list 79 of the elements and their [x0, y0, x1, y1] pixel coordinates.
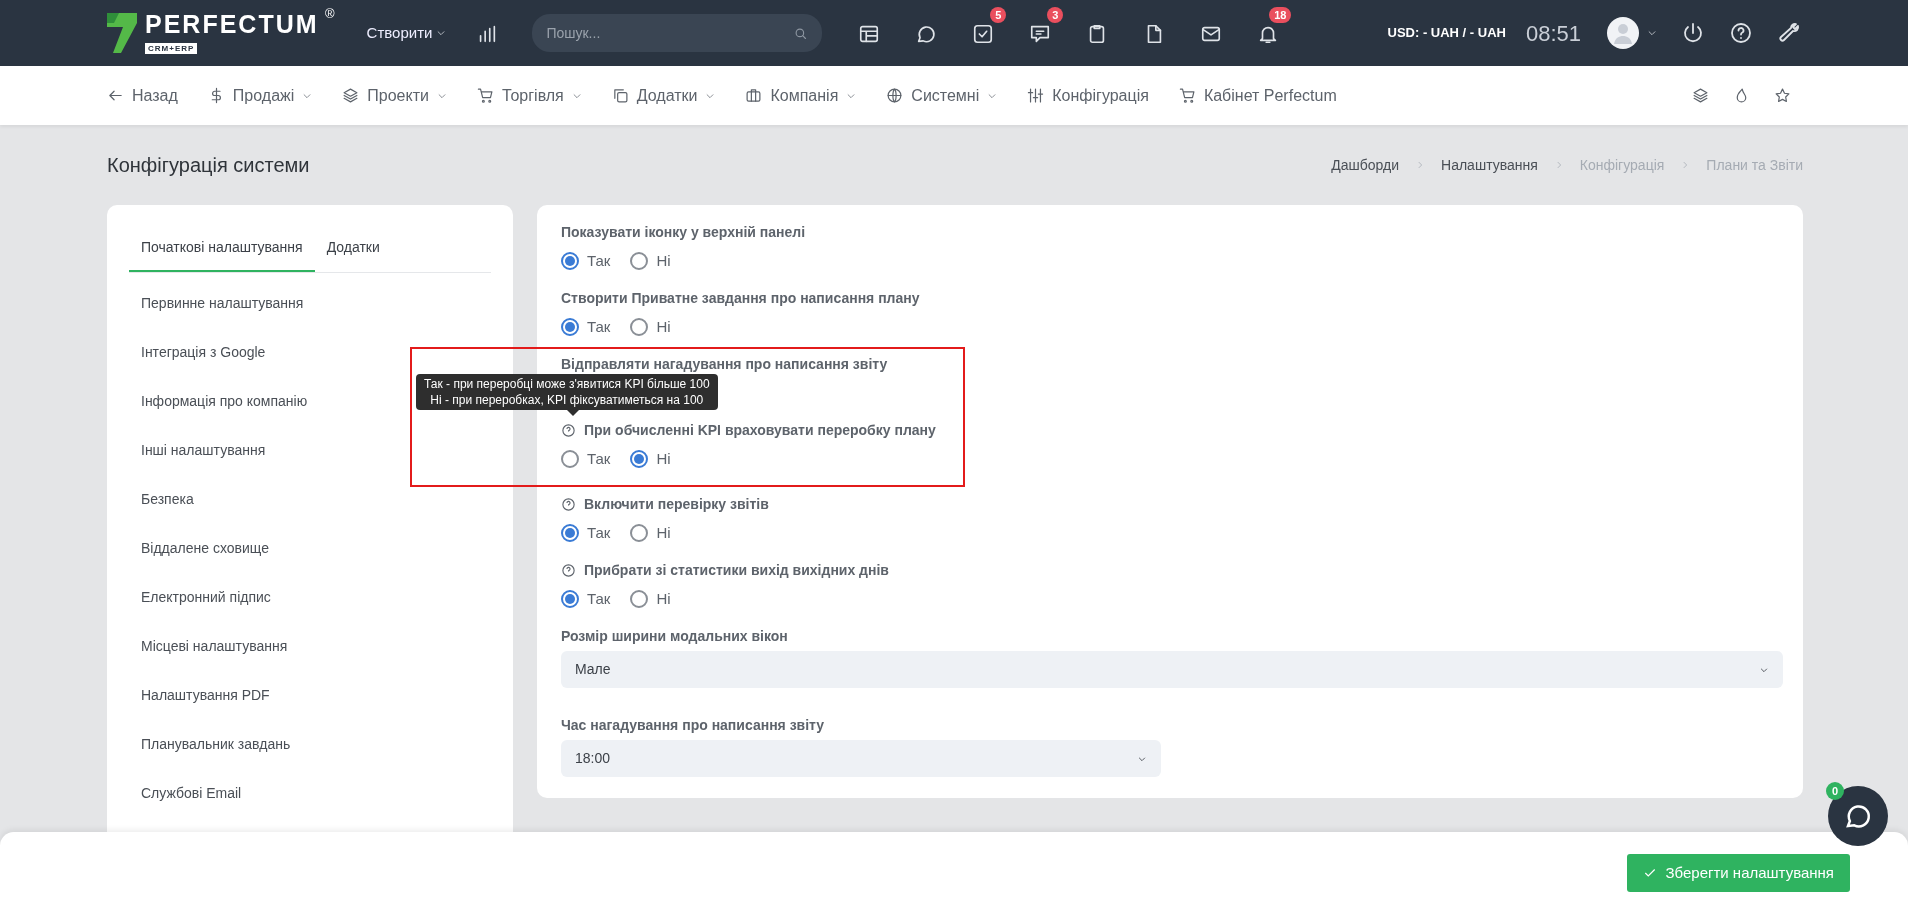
star-icon[interactable]: [1774, 87, 1791, 104]
nav-link[interactable]: Назад: [107, 83, 178, 108]
count-badge: 3: [1047, 7, 1064, 24]
setting-label: Показувати іконку у верхній панелі: [561, 223, 806, 242]
nav-link[interactable]: Кабінет Perfectum: [1178, 83, 1337, 108]
currency-rates: USD: - UAH / - UAH: [1387, 24, 1506, 43]
radio-option[interactable]: Ні: [630, 249, 671, 273]
create-menu[interactable]: Створити: [366, 21, 447, 45]
briefcase-icon: [745, 87, 763, 104]
nav-link[interactable]: Додатки: [611, 83, 716, 108]
setting-label: Час нагадування про написання звіту: [561, 716, 825, 735]
radio-option[interactable]: Ні: [630, 315, 671, 339]
nav-link[interactable]: Конфігурація: [1027, 83, 1149, 108]
breadcrumb-link[interactable]: Налаштування: [1441, 154, 1538, 176]
radio-option[interactable]: Так: [561, 587, 611, 611]
sidebar-item[interactable]: Інші налаштування: [129, 430, 491, 471]
count-badge: 5: [990, 7, 1007, 24]
sidebar-item[interactable]: Інтеграція з Google: [129, 332, 491, 373]
setting-label: Розмір ширини модальних вікон: [561, 627, 788, 646]
caret-icon[interactable]: [1647, 28, 1657, 38]
caret-icon: [436, 28, 447, 38]
nav-link[interactable]: Системні: [886, 83, 998, 108]
setting-label: Створити Приватне завдання про написання плану: [561, 289, 920, 308]
sidebar-item[interactable]: Налаштування PDF: [129, 675, 491, 716]
registered-mark: ®: [324, 4, 335, 23]
sidebar-item[interactable]: Планувальник завдань: [129, 724, 491, 765]
breadcrumb-text: Плани та Звіти: [1706, 155, 1803, 175]
layers-icon[interactable]: [1692, 87, 1709, 104]
nav-link[interactable]: Продажі: [207, 83, 313, 108]
checkbox-icon[interactable]: [972, 22, 995, 45]
count-badge: 18: [1269, 7, 1292, 24]
clock: 08:51: [1525, 19, 1581, 48]
count-badge: 0: [1826, 782, 1844, 800]
logo-icon: [107, 12, 137, 54]
setting-label: При обчисленні KPI враховувати переробку плану: [584, 421, 936, 440]
settings-tab[interactable]: Початкові налаштування: [129, 223, 315, 272]
nav-link[interactable]: Торгівля: [476, 83, 582, 108]
radio-option[interactable]: Так: [561, 521, 611, 545]
nav-link[interactable]: Проекти: [342, 83, 447, 108]
radio-option[interactable]: Так: [561, 315, 611, 339]
tooltip: Так - при переробці може з'явитися KPI більше 100 Ні - при переробках, KPI фіксуватиметься на 100: [416, 374, 718, 416]
cart-icon: [1178, 87, 1196, 104]
sidebar-item[interactable]: Первинне налаштування: [129, 283, 491, 324]
sidebar-item[interactable]: Службові Email: [129, 773, 491, 814]
breadcrumb-text: Конфігурація: [1579, 155, 1665, 175]
search-field[interactable]: Пошук...: [532, 14, 823, 52]
help-icon[interactable]: [561, 496, 576, 512]
layers-icon: [342, 87, 360, 104]
breadcrumb-link[interactable]: Дашборди: [1331, 154, 1400, 176]
wrench-icon[interactable]: [1777, 21, 1801, 45]
radio-option[interactable]: Так: [561, 447, 611, 471]
avatar[interactable]: [1607, 17, 1639, 49]
power-icon[interactable]: [1681, 21, 1705, 45]
sidebar-item[interactable]: Безпека: [129, 479, 491, 520]
sidebar-item[interactable]: Електронний підпис: [129, 577, 491, 618]
sidebar-item[interactable]: Місцеві налаштування: [129, 626, 491, 667]
nav-link[interactable]: Компанія: [745, 83, 857, 108]
copy-icon: [611, 87, 629, 104]
select-field[interactable]: 18:00: [561, 740, 1161, 777]
select-field[interactable]: Мале: [561, 651, 1783, 688]
radio-option[interactable]: Ні: [630, 587, 671, 611]
globe-icon: [886, 87, 904, 104]
help-icon[interactable]: [1729, 21, 1753, 45]
setting-label: Включити перевірку звітів: [584, 495, 769, 514]
settings-tab[interactable]: Додатки: [314, 223, 392, 272]
setting-label: Відправляти нагадування про написання звіту: [561, 355, 888, 374]
page-title: Конфігурація системи: [107, 153, 310, 178]
radio-option[interactable]: Ні: [630, 521, 671, 545]
cart-icon: [476, 87, 494, 104]
check-icon: [1643, 866, 1658, 880]
help-icon[interactable]: [561, 422, 576, 438]
sliders-icon: [1027, 87, 1045, 104]
sidebar-item[interactable]: Віддалене сховище: [129, 528, 491, 569]
logo-tagline: CRM+ERP: [145, 43, 198, 55]
radio-option[interactable]: Так: [561, 249, 611, 273]
radio-option[interactable]: Ні: [630, 447, 671, 471]
help-icon[interactable]: [561, 562, 576, 578]
logo-text: PERFECTUM: [145, 9, 319, 38]
setting-label: Прибрати зі статистики вихід вихідних днів: [584, 561, 889, 580]
